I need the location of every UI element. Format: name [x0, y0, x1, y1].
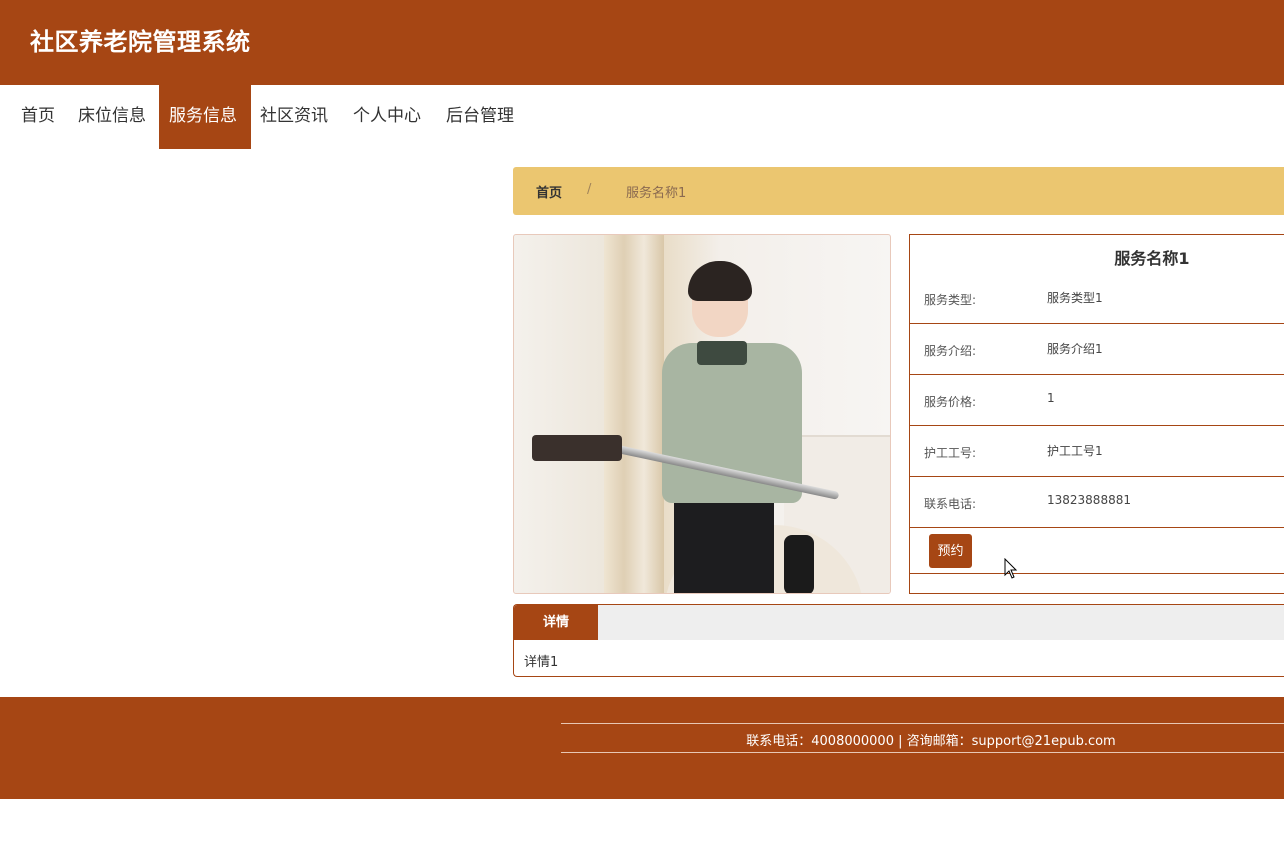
divider [561, 723, 1284, 724]
main-nav: 首页 床位信息 服务信息 社区资讯 个人中心 后台管理 [0, 85, 1284, 149]
mouse-cursor-icon [1004, 558, 1018, 579]
info-row-intro: 服务介绍: 服务介绍1 [910, 324, 1284, 375]
photo-curtain [604, 235, 664, 593]
nav-item-profile[interactable]: 个人中心 [343, 85, 431, 149]
info-value: 13823888881 [1047, 493, 1131, 507]
info-row-price: 服务价格: 1 [910, 375, 1284, 426]
photo-person-legs [674, 497, 774, 593]
info-row-caregiver-id: 护工工号: 护工工号1 [910, 426, 1284, 477]
photo-person-collar [697, 341, 747, 365]
info-value: 1 [1047, 391, 1055, 405]
divider [910, 573, 1284, 574]
detail-tab-bar: 详情 [514, 605, 1284, 640]
book-button[interactable]: 预约 [929, 534, 972, 568]
site-title: 社区养老院管理系统 [30, 28, 251, 56]
tab-detail[interactable]: 详情 [514, 605, 598, 640]
service-title: 服务名称1 [1114, 249, 1190, 268]
info-row-type: 服务类型: 服务类型1 [910, 273, 1284, 324]
nav-item-beds[interactable]: 床位信息 [68, 85, 156, 149]
footer-contact: 联系电话：4008000000 | 咨询邮箱：support@21epub.co… [746, 734, 1116, 749]
breadcrumb-home-link[interactable]: 首页 [536, 182, 562, 201]
breadcrumb: 首页 / 服务名称1 [513, 167, 1284, 215]
nav-item-home[interactable]: 首页 [11, 85, 65, 149]
info-value: 服务介绍1 [1047, 342, 1103, 356]
site-header: 社区养老院管理系统 [0, 0, 1284, 85]
info-row-phone: 联系电话: 13823888881 [910, 477, 1284, 528]
photo-person-hair [688, 261, 752, 301]
info-value: 护工工号1 [1047, 444, 1103, 458]
info-label: 护工工号: [924, 446, 977, 460]
detail-panel: 详情 详情1 [513, 604, 1284, 677]
nav-item-news[interactable]: 社区资讯 [250, 85, 338, 149]
breadcrumb-separator: / [587, 182, 592, 197]
info-label: 联系电话: [924, 497, 977, 511]
info-label: 服务价格: [924, 395, 977, 409]
nav-item-admin[interactable]: 后台管理 [436, 85, 524, 149]
service-info-panel: 服务名称1 服务类型: 服务类型1 服务介绍: 服务介绍1 服务价格: 1 护工… [909, 234, 1284, 594]
service-photo [513, 234, 891, 594]
photo-vacuum-hose [784, 535, 814, 593]
detail-content: 详情1 [524, 655, 559, 670]
nav-item-services[interactable]: 服务信息 [159, 85, 251, 149]
breadcrumb-current: 服务名称1 [626, 186, 687, 201]
info-label: 服务介绍: [924, 344, 977, 358]
info-label: 服务类型: [924, 293, 977, 307]
info-value: 服务类型1 [1047, 291, 1103, 305]
photo-vacuum-head [532, 435, 622, 461]
divider [561, 752, 1284, 753]
site-footer: 联系电话：4008000000 | 咨询邮箱：support@21epub.co… [0, 697, 1284, 799]
